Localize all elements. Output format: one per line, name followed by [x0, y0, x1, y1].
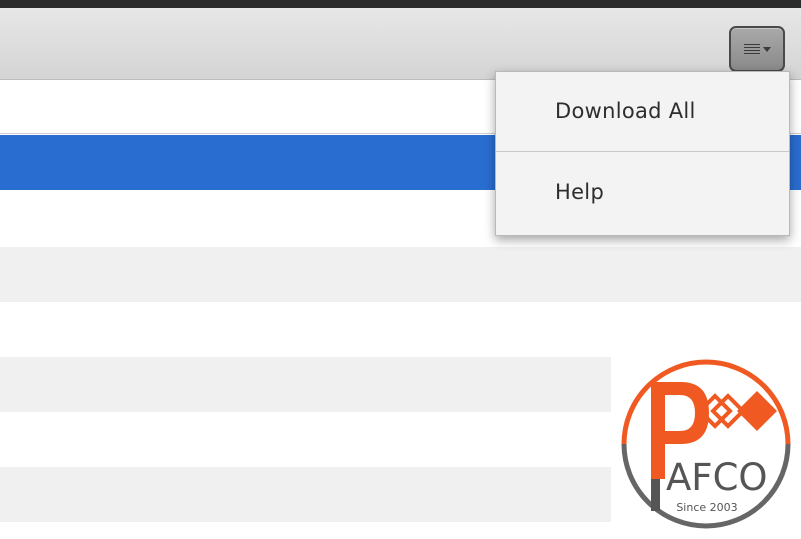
table-row[interactable] — [0, 412, 611, 467]
table-row[interactable] — [0, 247, 801, 302]
app-window: Download All Help AFCO Since 2003 — [0, 0, 801, 539]
menu-button[interactable] — [729, 26, 785, 72]
logo-since-text: Since 2003 — [676, 501, 737, 514]
logo-afco-text: AFCO — [666, 456, 768, 499]
toolbar — [0, 8, 801, 80]
menu-item-help[interactable]: Help — [496, 153, 789, 231]
logo-image: AFCO Since 2003 — [621, 359, 791, 529]
hamburger-icon — [743, 43, 760, 55]
window-top-border — [0, 0, 801, 8]
pafco-logo: AFCO Since 2003 — [611, 334, 801, 539]
menu-item-download-all[interactable]: Download All — [496, 72, 789, 150]
chevron-down-icon — [762, 47, 771, 52]
table-row[interactable] — [0, 467, 611, 522]
table-row[interactable] — [0, 357, 611, 412]
dropdown-menu: Download All Help — [495, 71, 790, 236]
menu-divider — [496, 151, 789, 152]
